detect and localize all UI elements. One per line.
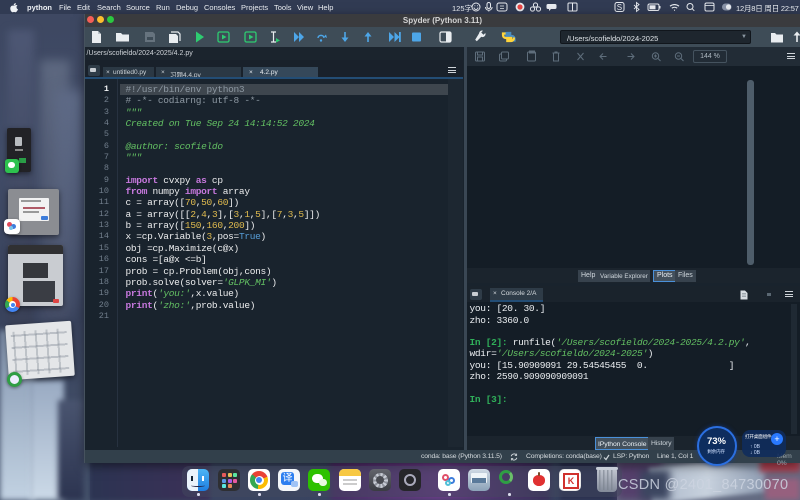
- svg-text:S: S: [617, 3, 622, 12]
